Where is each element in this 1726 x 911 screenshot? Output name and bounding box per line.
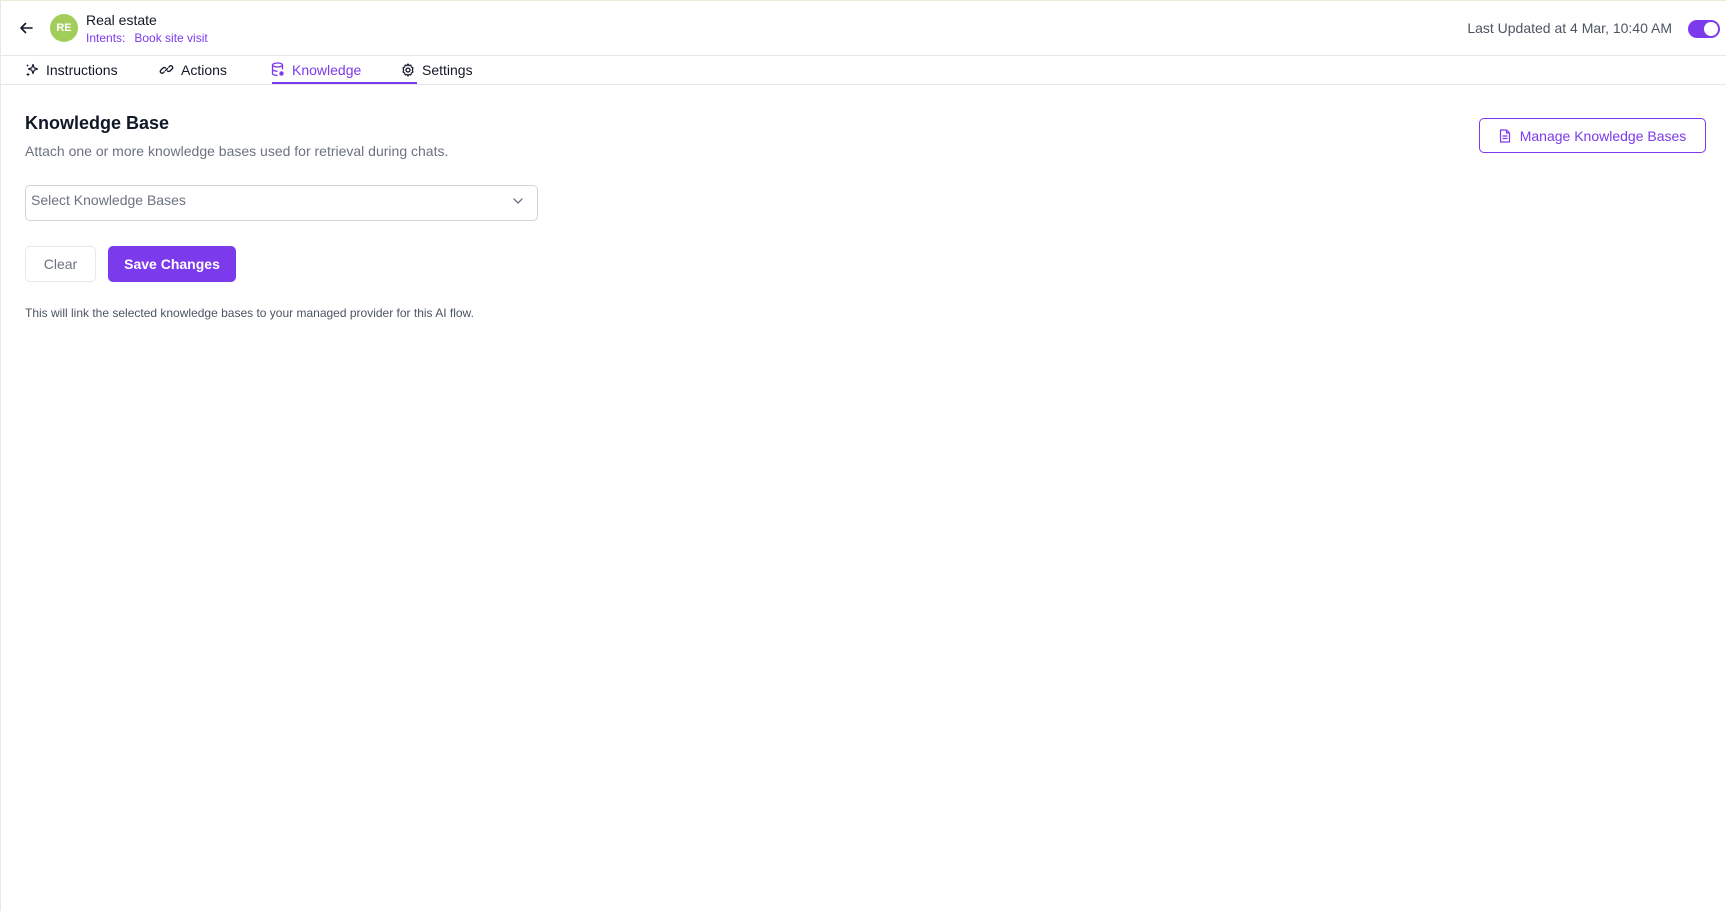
clear-button[interactable]: Clear (25, 246, 96, 282)
arrow-left-icon (20, 22, 33, 34)
manage-button-label: Manage Knowledge Bases (1519, 127, 1687, 144)
tab-label: Instructions (46, 61, 118, 78)
manage-knowledge-bases-button[interactable]: Manage Knowledge Bases (1479, 118, 1706, 153)
tab-knowledge[interactable]: Knowledge (271, 56, 361, 85)
save-changes-button[interactable]: Save Changes (108, 246, 236, 282)
last-updated-text: Last Updated at 4 Mar, 10:40 AM (1467, 20, 1672, 36)
header: RE Real estate Intents: Book site visit … (1, 1, 1726, 56)
active-tab-indicator (272, 82, 417, 84)
document-icon (1499, 128, 1510, 143)
database-icon (271, 62, 284, 77)
intents-value[interactable]: Book site visit (134, 31, 207, 45)
knowledge-base-select[interactable]: Select Knowledge Bases (25, 185, 538, 221)
tab-settings[interactable]: Settings (401, 56, 473, 85)
agent-name: Real estate (86, 12, 157, 28)
tab-label: Actions (181, 61, 227, 78)
select-placeholder: Select Knowledge Bases (31, 192, 186, 208)
link-icon (159, 65, 174, 74)
tab-bar: Instructions Actions Knowledge Settings (1, 56, 1726, 85)
helper-text: This will link the selected knowledge ba… (25, 306, 474, 320)
back-button[interactable] (15, 17, 37, 39)
sparkles-icon (26, 63, 39, 76)
chevron-down-icon (513, 198, 523, 204)
agent-active-toggle[interactable] (1688, 20, 1720, 38)
intents: Intents: Book site visit (86, 31, 208, 45)
tab-label: Knowledge (292, 61, 362, 78)
gear-icon (402, 62, 414, 77)
page-title: Knowledge Base (25, 113, 170, 133)
tab-actions[interactable]: Actions (159, 56, 227, 85)
intents-label: Intents: (86, 31, 126, 45)
knowledge-panel: Knowledge Base Attach one or more knowle… (1, 86, 1726, 911)
page-subtitle: Attach one or more knowledge bases used … (25, 143, 449, 159)
tab-instructions[interactable]: Instructions (25, 56, 118, 85)
page: RE Real estate Intents: Book site visit … (0, 0, 1726, 911)
tab-label: Settings (422, 61, 473, 78)
avatar: RE (50, 14, 78, 42)
